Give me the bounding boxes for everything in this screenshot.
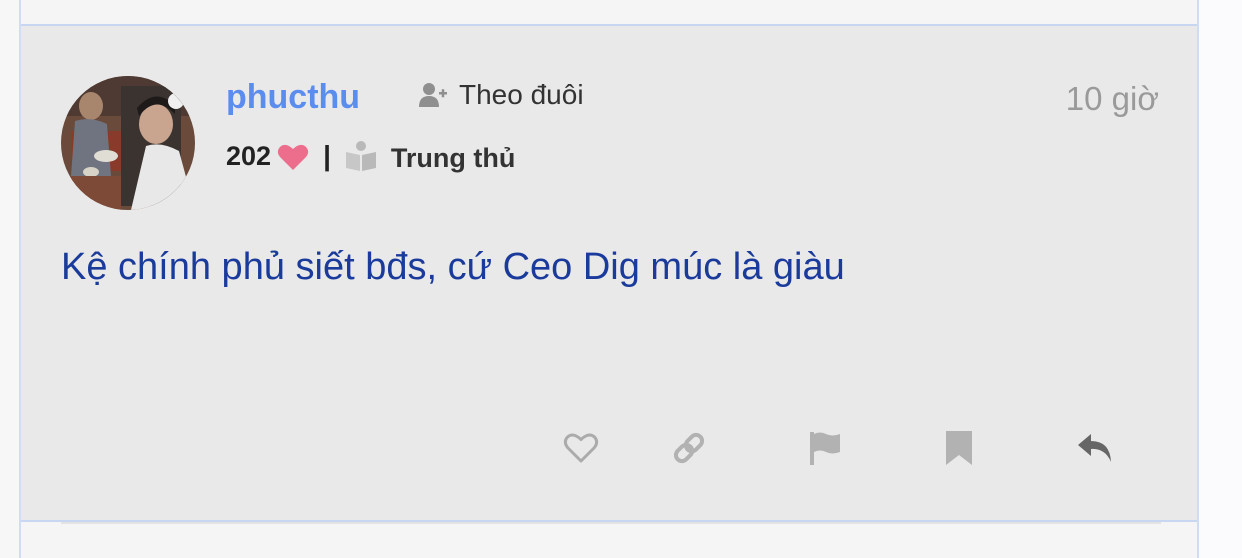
report-button[interactable] xyxy=(803,426,847,470)
like-button[interactable] xyxy=(559,426,603,470)
post-time: 10 giờ xyxy=(1065,80,1159,117)
right-gutter xyxy=(1199,0,1242,558)
likes-count: 202 xyxy=(226,140,272,171)
post-content: Kệ chính phủ siết bđs, cứ Ceo Dig múc là… xyxy=(61,246,845,288)
bookmark-icon xyxy=(946,431,972,465)
follow-label: Theo đuôi xyxy=(459,79,584,110)
copy-link-button[interactable] xyxy=(667,426,711,470)
previous-post-edge xyxy=(21,0,1197,26)
post-actions xyxy=(21,426,1197,470)
divider xyxy=(61,522,1161,524)
flag-icon xyxy=(810,432,840,465)
reply-icon xyxy=(1078,434,1111,462)
author-rank: Trung thủ xyxy=(390,142,516,173)
next-post-edge xyxy=(21,522,1197,558)
author-stats: 202 | Trung thủ xyxy=(226,136,515,176)
link-icon xyxy=(673,432,705,464)
stats-separator: | xyxy=(323,140,331,171)
follow-button[interactable]: Theo đuôi xyxy=(419,78,584,112)
reply-button[interactable] xyxy=(1073,426,1117,470)
avatar-photo xyxy=(61,76,195,210)
thread-page: phucthu Theo đuôi 10 giờ 202 | Trung thủ xyxy=(0,0,1242,558)
post-card: phucthu Theo đuôi 10 giờ 202 | Trung thủ xyxy=(21,26,1197,522)
author-username[interactable]: phucthu xyxy=(226,78,360,117)
rank-icon xyxy=(345,141,376,171)
heart-outline-icon xyxy=(563,433,599,463)
bookmark-button[interactable] xyxy=(937,426,981,470)
avatar[interactable] xyxy=(61,76,195,210)
user-plus-icon xyxy=(419,83,447,107)
heart-icon xyxy=(277,144,309,170)
